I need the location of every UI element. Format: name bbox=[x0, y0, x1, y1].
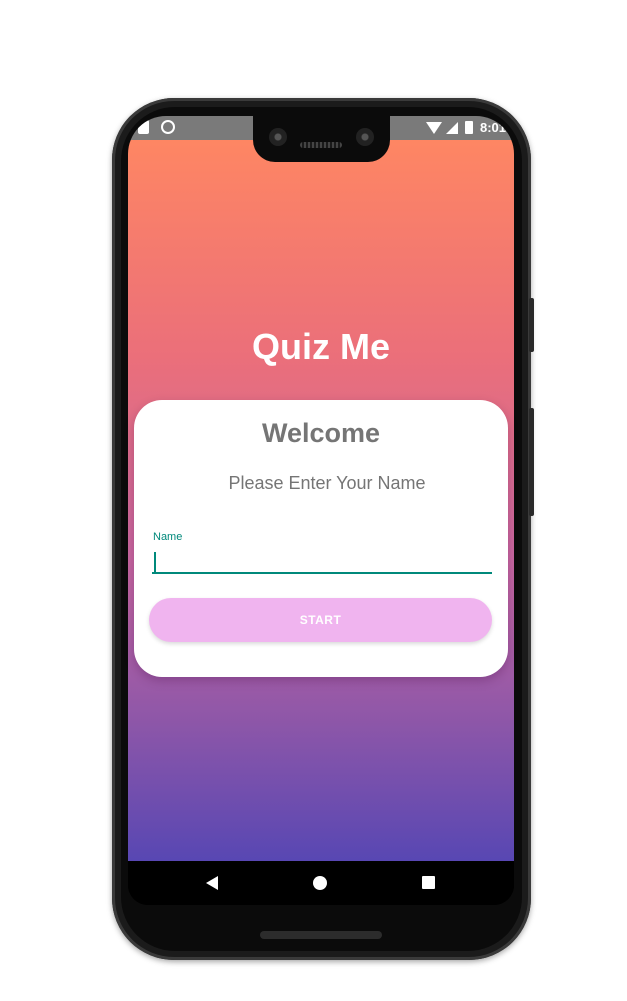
status-right-icons: 8:01 bbox=[425, 120, 506, 135]
name-input[interactable] bbox=[152, 548, 492, 574]
power-button bbox=[529, 298, 534, 352]
status-left-icons bbox=[138, 120, 175, 134]
navigation-bar bbox=[128, 861, 514, 905]
sd-card-icon bbox=[138, 120, 149, 134]
start-button[interactable]: START bbox=[149, 598, 492, 642]
app-title: Quiz Me bbox=[251, 326, 390, 367]
recents-icon[interactable] bbox=[422, 876, 435, 889]
front-camera-left bbox=[269, 128, 287, 146]
circle-icon bbox=[161, 120, 175, 134]
text-cursor bbox=[154, 552, 156, 572]
welcome-heading: Welcome bbox=[261, 418, 381, 448]
name-field-label: Name bbox=[153, 531, 183, 543]
signal-icon bbox=[445, 121, 458, 134]
back-icon[interactable] bbox=[206, 876, 218, 890]
wifi-icon bbox=[425, 121, 442, 134]
name-prompt: Please Enter Your Name bbox=[228, 473, 426, 493]
bottom-speaker bbox=[260, 931, 382, 939]
welcome-card: Welcome Please Enter Your Name Name STAR… bbox=[134, 400, 508, 677]
volume-button bbox=[529, 408, 534, 516]
front-camera-right bbox=[356, 128, 374, 146]
battery-icon bbox=[464, 121, 473, 134]
status-time: 8:01 bbox=[479, 120, 506, 135]
home-icon[interactable] bbox=[313, 876, 327, 890]
earpiece-speaker bbox=[300, 142, 342, 148]
stage: 8:01 Quiz Me Welcome Please Enter Your N… bbox=[0, 0, 627, 1001]
